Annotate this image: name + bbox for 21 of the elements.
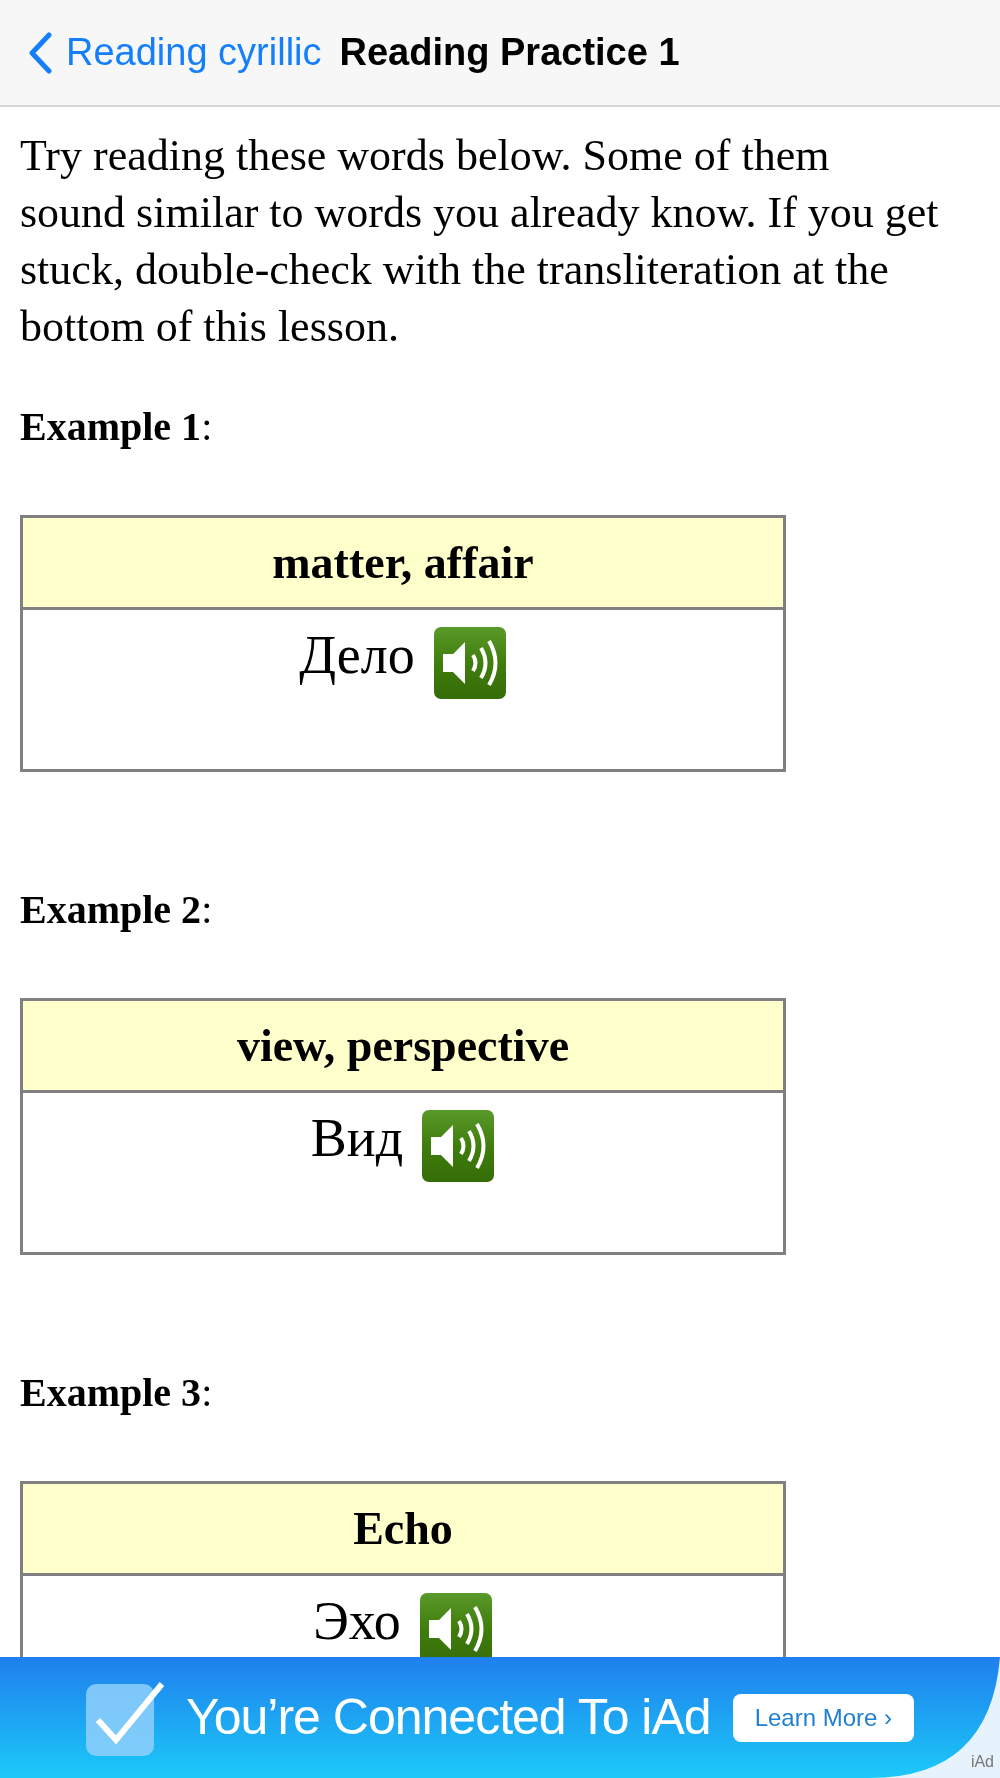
learn-more-button[interactable]: Learn More › [732, 1693, 914, 1742]
back-label: Reading cyrillic [66, 30, 322, 75]
page-title: Reading Practice 1 [339, 30, 680, 75]
example-label: Example 1: [20, 403, 214, 451]
checkmark-icon [86, 1679, 164, 1756]
ad-tag: iAd [970, 1750, 994, 1774]
example-label: Example 2: [20, 886, 214, 934]
russian-word: Вид [310, 1108, 404, 1168]
example-label: Example 3: [20, 1369, 214, 1417]
ad-headline: You’re Connected To iAd [186, 1688, 711, 1747]
meaning-cell: Echo [21, 1482, 785, 1575]
back-link[interactable]: Reading cyrillic [28, 24, 322, 81]
meaning-cell: view, perspective [21, 999, 785, 1092]
speaker-icon[interactable] [421, 1109, 496, 1183]
ad-toast[interactable]: You’re Connected To iAd Learn More › iAd [0, 1657, 1000, 1778]
speaker-icon[interactable] [432, 626, 507, 700]
back-chevron-icon [28, 31, 52, 74]
meaning-cell: matter, affair [21, 516, 785, 609]
intro-paragraph: Try reading these words below. Some of them sound similar to words you already know. If you get stuck, double-check with the transliteration at the bottom of this lesson. [20, 130, 940, 353]
russian-word: Дело [299, 625, 415, 685]
russian-word: Эхо [313, 1591, 401, 1651]
